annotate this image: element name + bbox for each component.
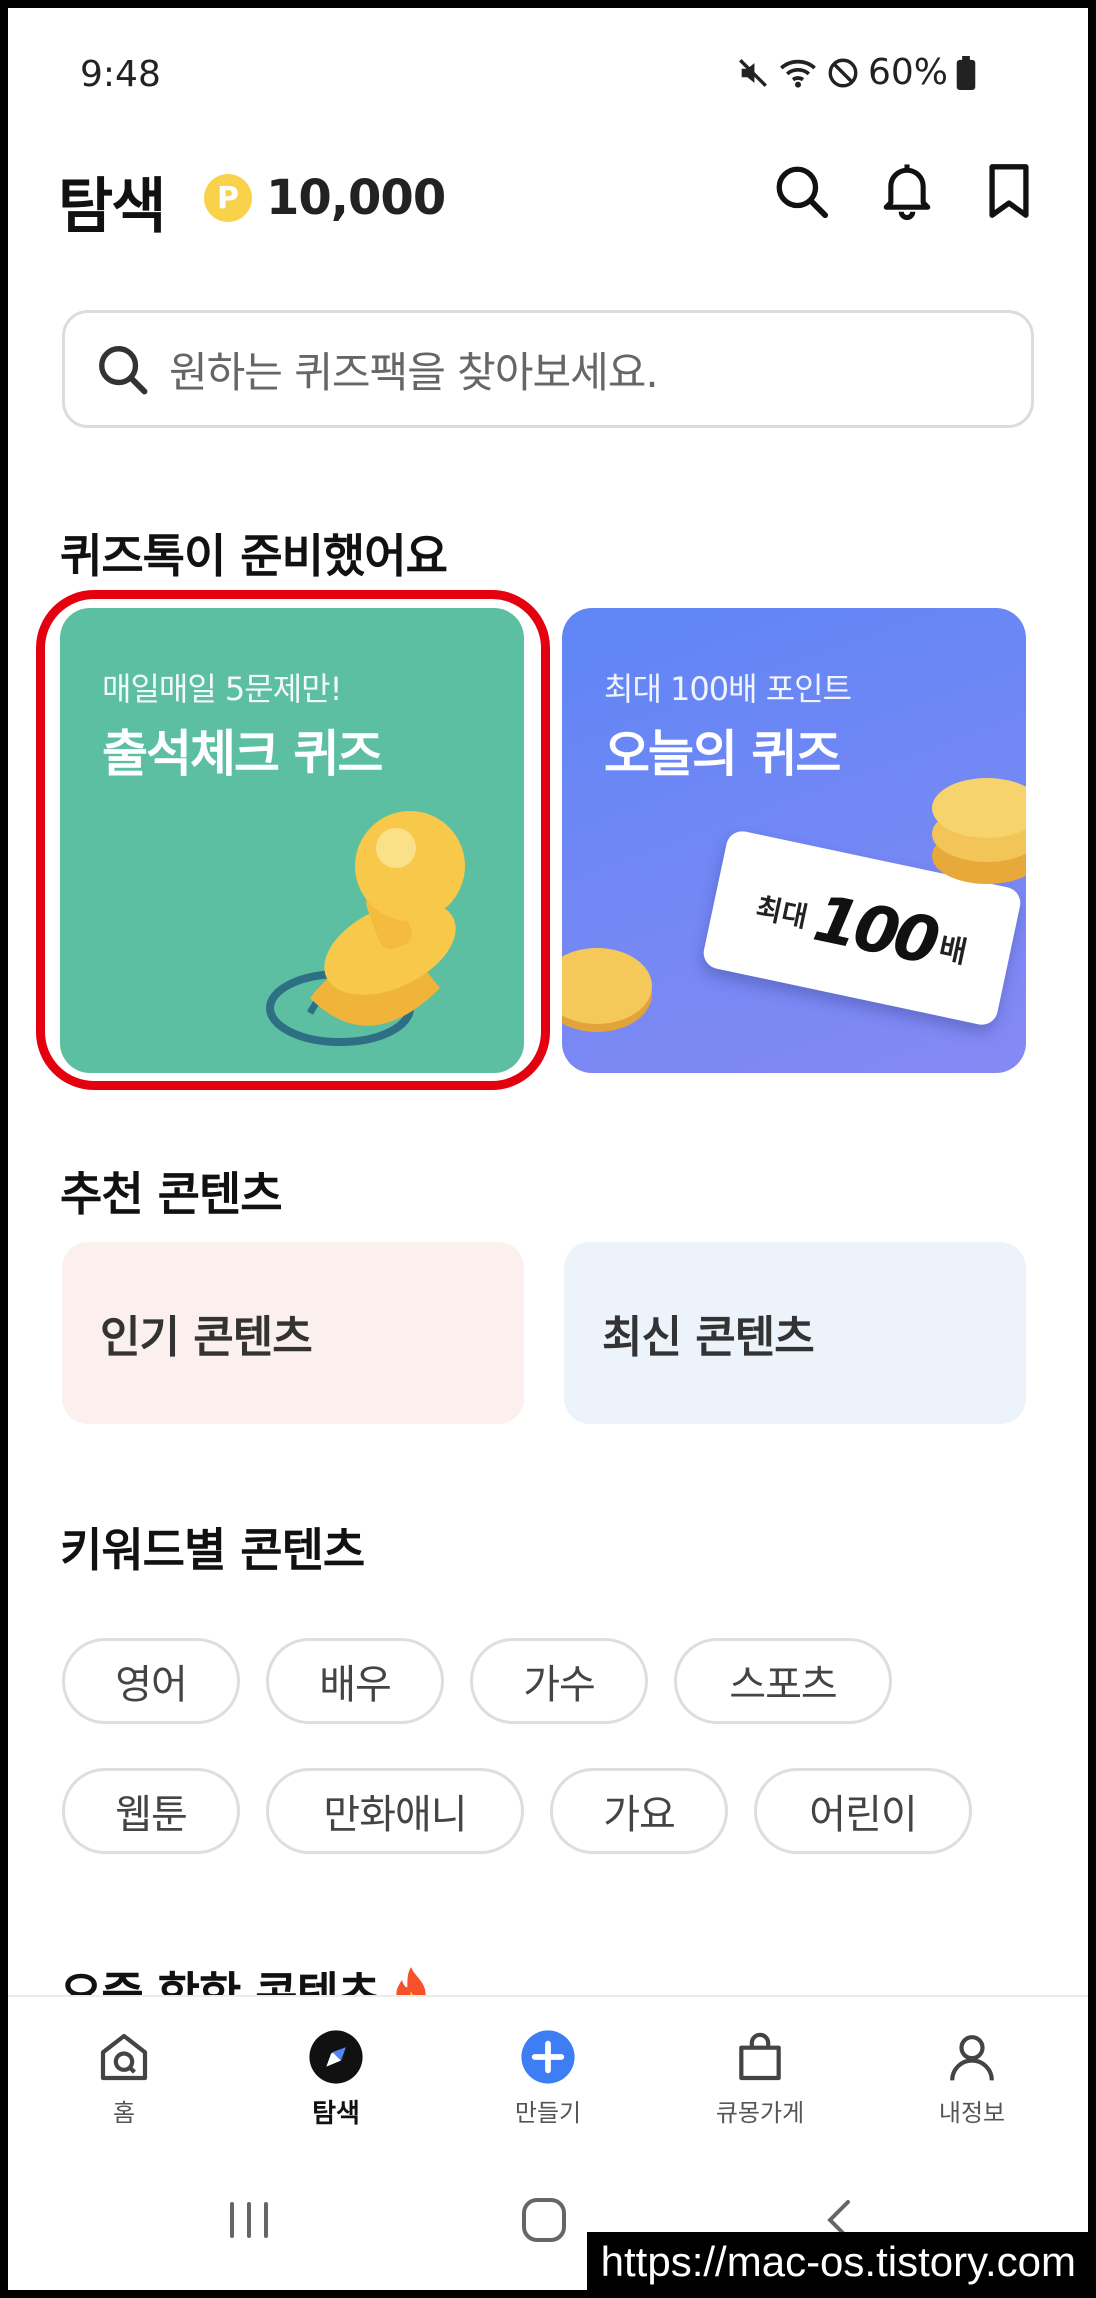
battery-percent: 60%: [867, 52, 948, 93]
person-icon: [940, 2025, 1004, 2089]
search-placeholder: 원하는 퀴즈팩을 찾아보세요.: [169, 347, 659, 397]
bell-icon: [883, 164, 931, 221]
recommended-section-title: 추천 콘텐츠: [60, 1167, 283, 1221]
nav-label: 큐몽가게: [715, 2099, 805, 2127]
latest-content-label: 최신 콘텐츠: [602, 1312, 815, 1363]
keyword-chip[interactable]: 만화애니: [266, 1768, 524, 1854]
ticket-unit: 배: [935, 930, 970, 971]
nav-label: 탐색: [312, 2099, 360, 2129]
watermark: https://mac-os.tistory.com: [586, 2232, 1088, 2290]
ticket-label: 최대: [753, 891, 811, 934]
nav-item-create[interactable]: 만들기: [468, 2025, 628, 2128]
search-icon: [776, 166, 829, 219]
search-button[interactable]: [768, 158, 834, 224]
screen: 9:48 60% 탐색 P 10,000 원하는 퀴즈팩을 찾아보세요. 퀴즈톡…: [8, 8, 1088, 2290]
battery-icon: [956, 55, 976, 90]
plus-icon: [516, 2025, 580, 2089]
nav-item-explore[interactable]: 탐색: [256, 2025, 416, 2130]
do-not-disturb-icon: [828, 58, 858, 87]
keyword-chip[interactable]: 영어: [62, 1638, 240, 1724]
highlight-outline: [36, 590, 550, 1090]
keyword-chip[interactable]: 웹툰: [62, 1768, 240, 1854]
popular-content-card[interactable]: 인기 콘텐츠: [62, 1242, 524, 1424]
points-value: 10,000: [266, 170, 446, 226]
keywords-section-title: 키워드별 콘텐츠: [60, 1523, 365, 1577]
bookmark-button[interactable]: [976, 158, 1042, 224]
page-title: 탐색: [58, 172, 166, 242]
bottom-nav: 홈 탐색 만들기 큐몽가게 내정보: [8, 1995, 1088, 2137]
keyword-chip[interactable]: 스포츠: [674, 1638, 892, 1724]
home-button-icon[interactable]: [520, 2196, 568, 2244]
home-q-icon: [92, 2025, 156, 2089]
keyword-chip[interactable]: 배우: [266, 1638, 444, 1724]
status-time: 9:48: [80, 54, 161, 95]
points-balance[interactable]: P 10,000: [204, 170, 446, 226]
notification-button[interactable]: [874, 158, 940, 224]
recent-apps-icon[interactable]: [226, 2200, 272, 2240]
search-input[interactable]: 원하는 퀴즈팩을 찾아보세요.: [62, 310, 1034, 428]
card-title: 오늘의 퀴즈: [604, 725, 841, 783]
keyword-chip[interactable]: 어린이: [754, 1768, 972, 1854]
nav-label: 내정보: [938, 2099, 1006, 2127]
ticket-value: 100: [807, 881, 942, 980]
bookmark-icon: [989, 164, 1029, 218]
wifi-icon: [780, 59, 816, 88]
nav-label: 만들기: [514, 2099, 582, 2127]
search-icon: [99, 346, 148, 395]
daily-quiz-card[interactable]: 최대 100배 포인트 오늘의 퀴즈 최대 100 배: [562, 608, 1026, 1073]
nav-label: 홈: [112, 2099, 136, 2127]
mute-icon: [739, 58, 767, 87]
compass-icon: [304, 2025, 368, 2089]
nav-item-shop[interactable]: 큐몽가게: [680, 2025, 840, 2128]
card-subtitle: 최대 100배 포인트: [604, 670, 852, 708]
point-coin-icon: P: [204, 174, 252, 222]
popular-content-label: 인기 콘텐츠: [100, 1312, 313, 1363]
shopping-bag-icon: [728, 2025, 792, 2089]
keyword-chip[interactable]: 가수: [470, 1638, 648, 1724]
coin-icon: [562, 948, 652, 1024]
nav-item-profile[interactable]: 내정보: [892, 2025, 1052, 2128]
status-icons: 60%: [736, 52, 976, 93]
quiz-section-title: 퀴즈톡이 준비했어요: [60, 529, 448, 583]
keyword-chip[interactable]: 가요: [550, 1768, 728, 1854]
latest-content-card[interactable]: 최신 콘텐츠: [564, 1242, 1026, 1424]
nav-item-home[interactable]: 홈: [44, 2025, 204, 2128]
